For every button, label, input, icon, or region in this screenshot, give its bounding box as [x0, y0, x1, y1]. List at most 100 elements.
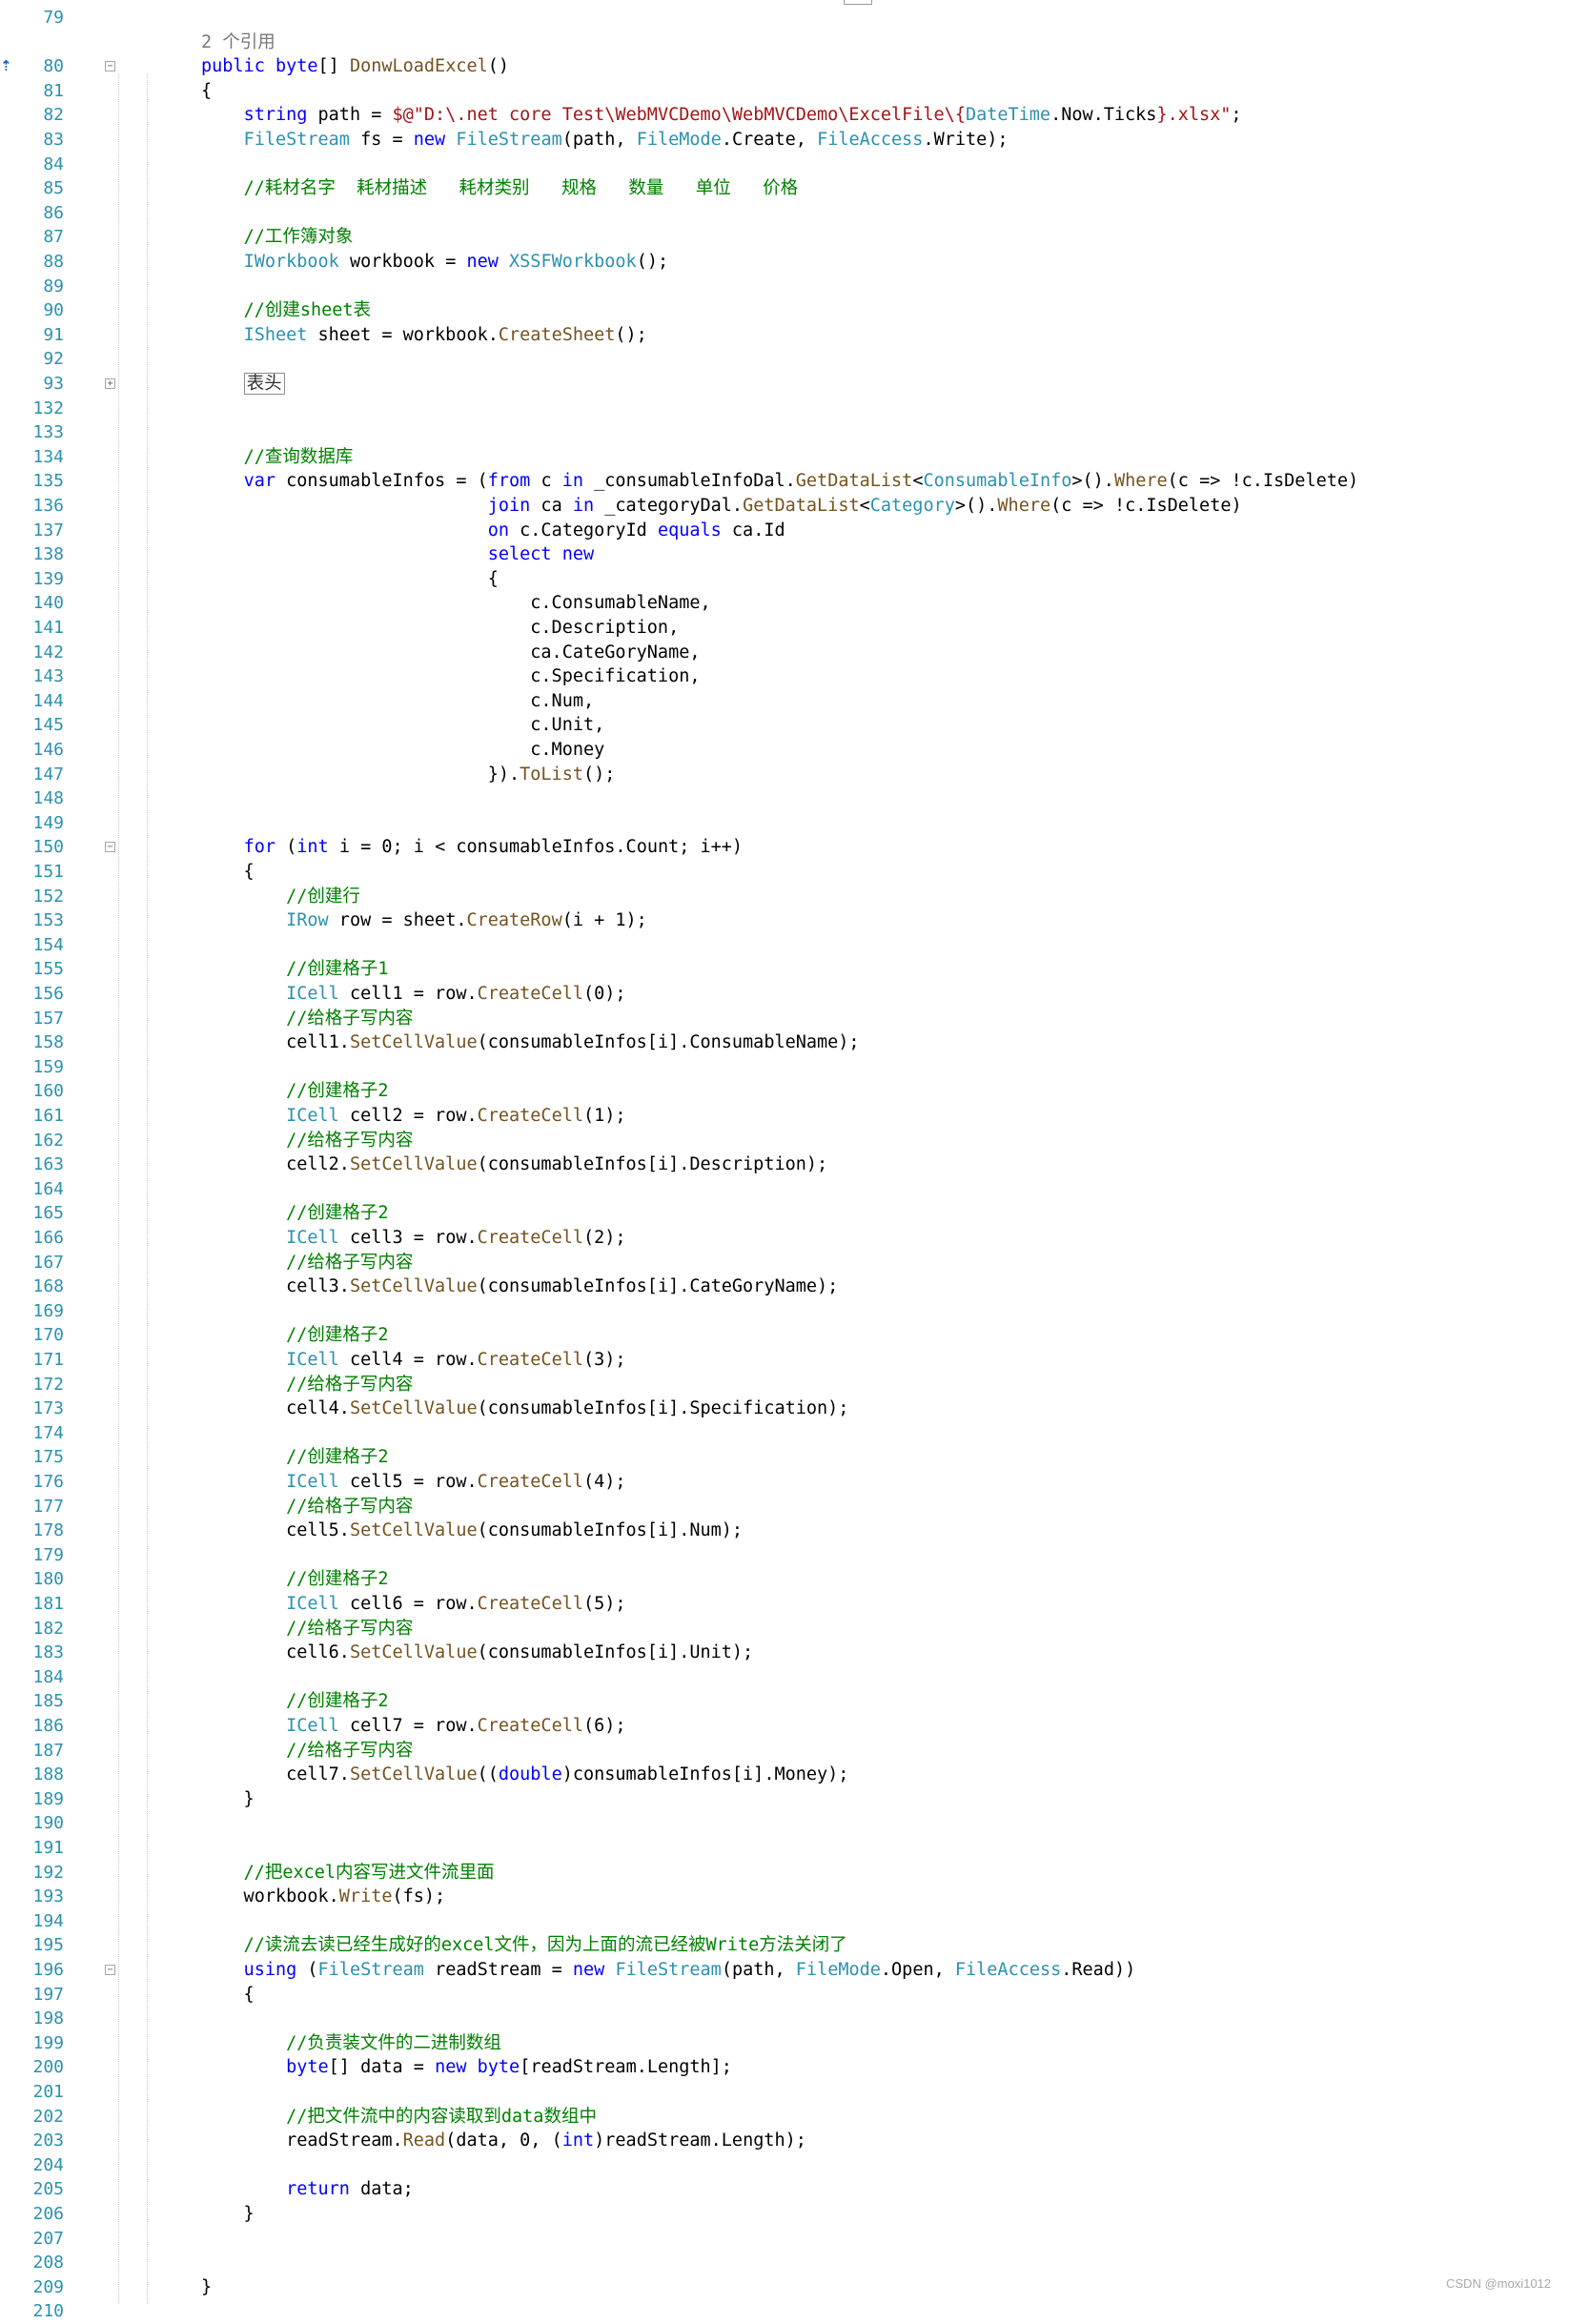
code-line[interactable]: 192 //把excel内容写进文件流里面 [0, 1861, 1570, 1886]
code-text[interactable]: c.Description, [201, 616, 679, 641]
code-text[interactable]: //给格子写内容 [201, 1617, 413, 1641]
code-text[interactable]: cell2.SetCellValue(consumableInfos[i].De… [201, 1152, 827, 1177]
code-line[interactable]: 185 //创建格子2 [0, 1689, 1570, 1714]
code-text[interactable]: //给格子写内容 [201, 1129, 413, 1153]
code-line[interactable]: 205 return data; [0, 2177, 1570, 2202]
code-line[interactable]: 201 [0, 2080, 1570, 2105]
code-text[interactable]: cell5.SetCellValue(consumableInfos[i].Nu… [201, 1519, 743, 1543]
code-line[interactable]: 146 c.Money [0, 738, 1570, 763]
code-line[interactable]: 197 { [0, 1983, 1570, 2008]
code-text[interactable]: ICell cell6 = row.CreateCell(5); [201, 1592, 625, 1617]
code-line[interactable]: 179 [0, 1543, 1570, 1568]
code-line[interactable]: 198 [0, 2007, 1570, 2031]
code-text[interactable]: cell6.SetCellValue(consumableInfos[i].Un… [201, 1641, 753, 1665]
code-line[interactable]: 184 [0, 1665, 1570, 1690]
code-line[interactable]: 166 ICell cell3 = row.CreateCell(2); [0, 1226, 1570, 1251]
code-text[interactable]: //把excel内容写进文件流里面 [201, 1861, 495, 1886]
code-line[interactable]: 137 on c.CategoryId equals ca.Id [0, 519, 1570, 543]
code-text[interactable]: ISheet sheet = workbook.CreateSheet(); [201, 323, 647, 348]
code-text[interactable]: c.ConsumableName, [201, 591, 710, 616]
code-text[interactable]: public byte[] DonwLoadExcel() [201, 54, 509, 79]
code-line[interactable]: 161 ICell cell2 = row.CreateCell(1); [0, 1104, 1570, 1129]
code-line[interactable]: 156 ICell cell1 = row.CreateCell(0); [0, 982, 1570, 1007]
code-line[interactable]: 83 FileStream fs = new FileStream(path, … [0, 128, 1570, 153]
code-line[interactable]: 202 //把文件流中的内容读取到data数组中 [0, 2105, 1570, 2130]
code-text[interactable]: //创建格子2 [201, 1079, 388, 1104]
code-line[interactable]: 206 } [0, 2202, 1570, 2227]
code-text[interactable]: //创建格子1 [201, 957, 388, 982]
code-line[interactable]: 199 //负责装文件的二进制数组 [0, 2031, 1570, 2056]
code-text[interactable]: string path = $@"D:\.net core Test\WebMV… [201, 103, 1242, 128]
code-text[interactable]: on c.CategoryId equals ca.Id [201, 519, 785, 543]
code-text[interactable]: IRow row = sheet.CreateRow(i + 1); [201, 908, 647, 933]
code-text[interactable]: workbook.Write(fs); [201, 1885, 446, 1909]
code-line[interactable]: 136 join ca in _categoryDal.GetDataList<… [0, 494, 1570, 519]
code-text[interactable]: { [201, 79, 212, 104]
code-text[interactable]: c.Specification, [201, 664, 700, 689]
code-text[interactable]: //创建行 [201, 885, 360, 909]
code-line[interactable]: 209} [0, 2275, 1570, 2300]
code-text[interactable]: join ca in _categoryDal.GetDataList<Cate… [201, 494, 1242, 519]
code-line[interactable]: 132 [0, 397, 1570, 421]
code-line[interactable]: 178 cell5.SetCellValue(consumableInfos[i… [0, 1519, 1570, 1543]
code-line[interactable]: 144 c.Num, [0, 689, 1570, 714]
code-line[interactable]: 175 //创建格子2 [0, 1445, 1570, 1470]
code-text[interactable]: } [201, 2275, 212, 2300]
code-text[interactable]: //负责装文件的二进制数组 [201, 2031, 501, 2056]
code-text[interactable]: cell4.SetCellValue(consumableInfos[i].Sp… [201, 1396, 848, 1421]
code-text[interactable]: ICell cell5 = row.CreateCell(4); [201, 1470, 625, 1495]
code-line[interactable]: 190 [0, 1811, 1570, 1836]
code-text[interactable]: //给格子写内容 [201, 1373, 413, 1397]
code-line[interactable]: 133 [0, 420, 1570, 445]
code-line[interactable]: 193 workbook.Write(fs); [0, 1885, 1570, 1909]
collapse-icon[interactable]: − [105, 61, 115, 72]
code-text[interactable]: } [201, 1787, 255, 1812]
code-line[interactable]: 153 IRow row = sheet.CreateRow(i + 1); [0, 908, 1570, 933]
code-text[interactable]: }).ToList(); [201, 763, 616, 787]
code-line[interactable]: 163 cell2.SetCellValue(consumableInfos[i… [0, 1152, 1570, 1177]
code-line[interactable]: 82 string path = $@"D:\.net core Test\We… [0, 103, 1570, 128]
code-line[interactable]: 194 [0, 1909, 1570, 1934]
code-line[interactable]: 173 cell4.SetCellValue(consumableInfos[i… [0, 1396, 1570, 1421]
code-text[interactable]: //给格子写内容 [201, 1739, 413, 1763]
code-line[interactable]: 186 ICell cell7 = row.CreateCell(6); [0, 1714, 1570, 1739]
code-line[interactable]: 207 [0, 2227, 1570, 2252]
code-text[interactable]: c.Num, [201, 689, 594, 714]
code-editor[interactable]: 79 2 个引用 80 ⇡ − public byte[] DonwLoadExcel()… [0, 0, 1570, 2321]
code-line[interactable]: 195 //读流去读已经生成好的excel文件，因为上面的流已经被Write方法… [0, 1933, 1570, 1958]
code-line[interactable]: 79 [0, 6, 1570, 31]
code-text[interactable]: { [201, 860, 255, 885]
code-line[interactable]: 172 //给格子写内容 [0, 1373, 1570, 1397]
collapse-icon[interactable]: − [105, 1965, 115, 1975]
code-text[interactable]: ICell cell1 = row.CreateCell(0); [201, 982, 625, 1007]
code-line[interactable]: 154 [0, 933, 1570, 958]
code-line[interactable]: 210 [0, 2299, 1570, 2324]
code-text[interactable]: return data; [201, 2177, 414, 2202]
code-line[interactable]: 165 //创建格子2 [0, 1201, 1570, 1226]
code-text[interactable]: 2 个引用 [201, 31, 275, 55]
code-line[interactable]: 168 cell3.SetCellValue(consumableInfos[i… [0, 1274, 1570, 1299]
code-text[interactable]: //给格子写内容 [201, 1495, 413, 1519]
code-text[interactable]: 表头 [201, 372, 285, 397]
code-line[interactable]: 187 //给格子写内容 [0, 1739, 1570, 1763]
code-line[interactable]: 174 [0, 1421, 1570, 1446]
code-text[interactable]: //耗材名字 耗材描述 耗材类别 规格 数量 单位 价格 [201, 176, 799, 201]
code-line[interactable]: 157 //给格子写内容 [0, 1007, 1570, 1031]
code-line[interactable]: 204 [0, 2153, 1570, 2178]
code-text[interactable]: c.Unit, [201, 713, 604, 738]
reference-count[interactable]: 2 个引用 [201, 32, 275, 52]
code-line[interactable]: 141 c.Description, [0, 616, 1570, 641]
code-text[interactable]: { [201, 567, 499, 592]
code-line[interactable]: 148 [0, 786, 1570, 811]
code-text[interactable]: //给格子写内容 [201, 1007, 413, 1031]
code-line[interactable]: 88 IWorkbook workbook = new XSSFWorkbook… [0, 250, 1570, 275]
code-line[interactable]: 164 [0, 1177, 1570, 1202]
code-text[interactable]: //创建格子2 [201, 1323, 388, 1348]
code-text[interactable]: //创建格子2 [201, 1689, 388, 1714]
code-text[interactable]: { [201, 1983, 255, 2008]
code-text[interactable]: using (FileStream readStream = new FileS… [201, 1958, 1136, 1983]
code-text[interactable]: IWorkbook workbook = new XSSFWorkbook(); [201, 250, 669, 275]
collapsed-region-label[interactable]: 表头 [243, 373, 285, 395]
code-text[interactable]: c.Money [201, 738, 604, 763]
code-line[interactable]: 142 ca.CateGoryName, [0, 641, 1570, 665]
